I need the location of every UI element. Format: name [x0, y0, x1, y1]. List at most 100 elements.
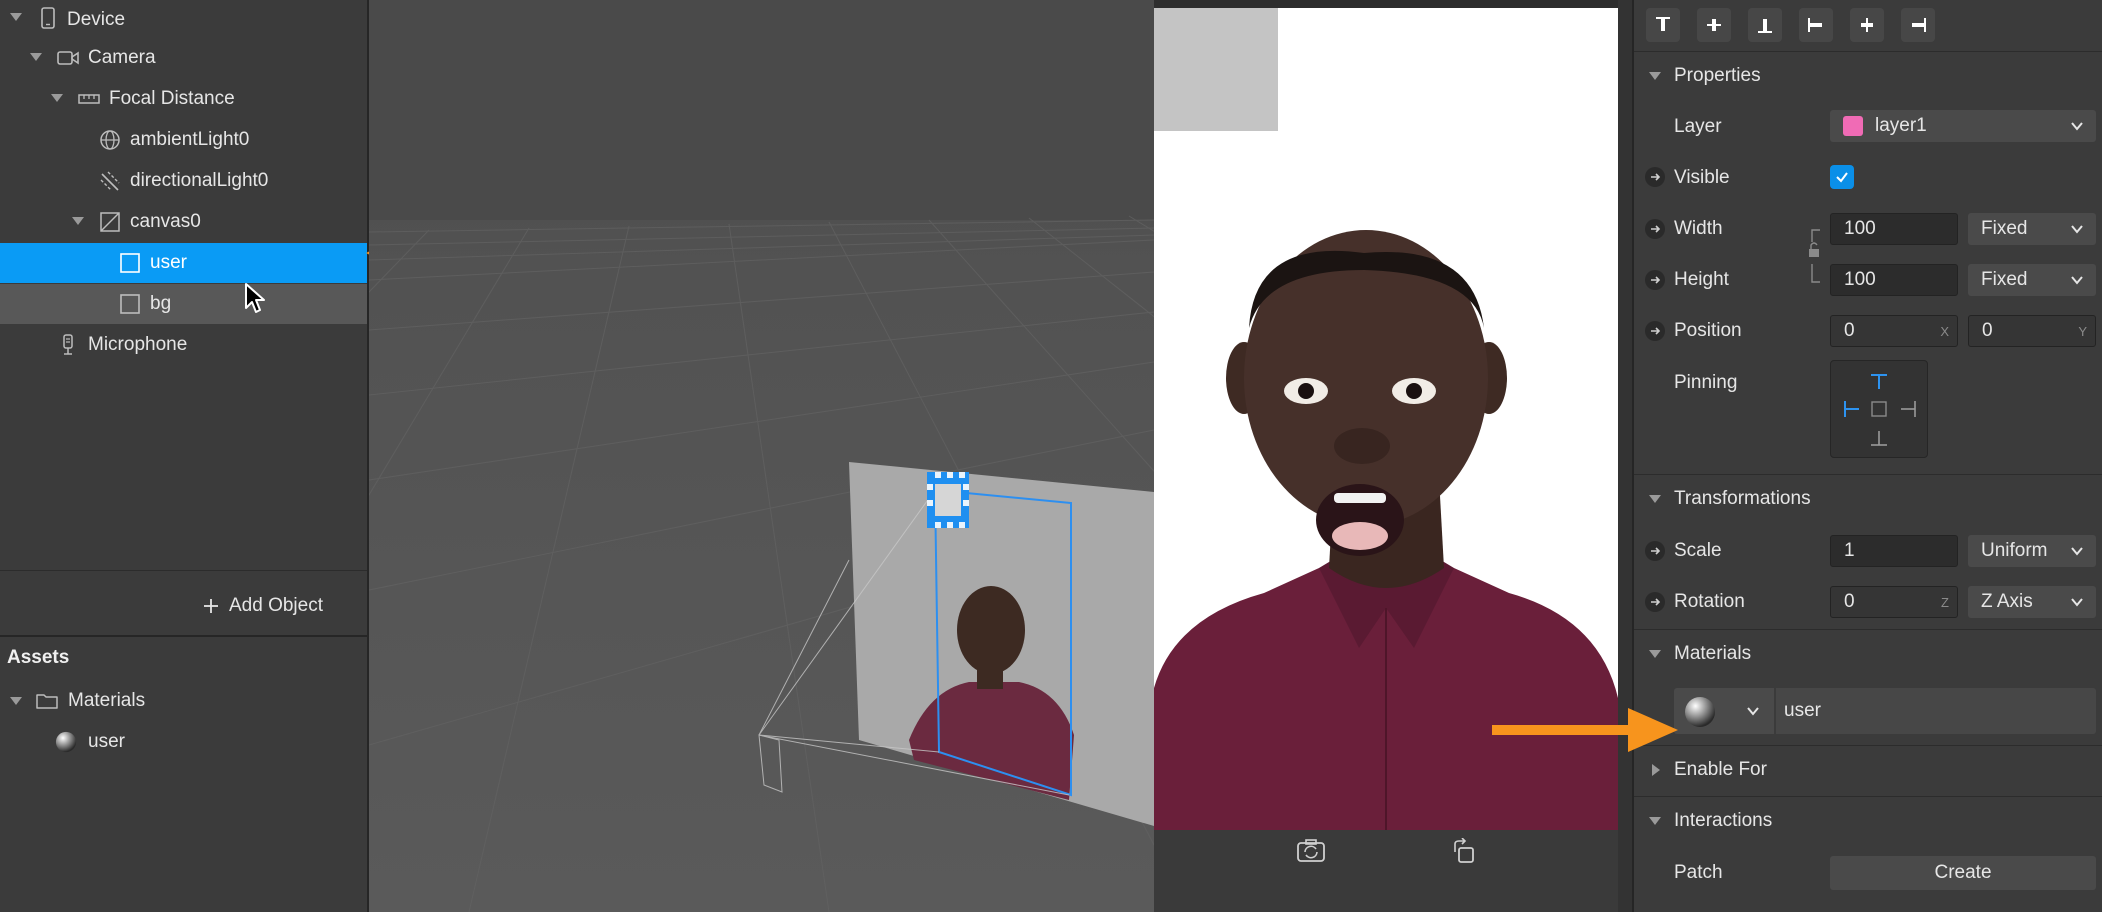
expand-triangle-icon[interactable] [51, 94, 63, 102]
align-horizontal-center-button[interactable] [1850, 8, 1884, 42]
asset-item-label: user [88, 731, 125, 752]
position-x-value: 0 [1844, 320, 1855, 341]
rectangle-icon [119, 252, 141, 274]
axis-label: Y [2078, 323, 2087, 339]
align-horizontal-center-icon [1861, 18, 1873, 32]
arrow-right-icon [1651, 173, 1661, 181]
annotation-arrow-icon [1492, 708, 1678, 752]
pinning-diagram [1844, 374, 1916, 446]
divider [0, 570, 367, 571]
patch-arrow-button[interactable] [1645, 592, 1665, 612]
rotation-mode-value: Z Axis [1981, 591, 2033, 612]
arrow-right-icon [1651, 225, 1661, 233]
create-patch-button[interactable]: Create [1830, 856, 2096, 890]
align-top-icon [1656, 17, 1670, 31]
expand-triangle-icon[interactable] [72, 217, 84, 225]
viewport-grid [369, 0, 1154, 912]
transformations-section-header[interactable]: Transformations [1634, 474, 2102, 522]
tree-item-bg[interactable]: bg [0, 284, 367, 324]
divider [0, 635, 367, 637]
tree-item-user[interactable]: user [0, 243, 367, 283]
canvas-icon [99, 211, 121, 233]
tree-item-camera[interactable]: Camera [0, 38, 367, 78]
switch-camera-icon[interactable] [1296, 838, 1326, 864]
collapse-triangle-icon [1649, 816, 1661, 825]
width-input[interactable]: 100 [1830, 213, 1958, 245]
tree-item-ambient-light[interactable]: ambientLight0 [0, 120, 367, 160]
align-bottom-icon [1758, 19, 1772, 33]
pinning-widget[interactable] [1830, 360, 1928, 458]
tree-item-label: Device [67, 9, 126, 30]
tree-item-microphone[interactable]: Microphone [0, 325, 367, 365]
add-object-button[interactable]: Add Object [203, 590, 323, 622]
width-mode-dropdown[interactable]: Fixed [1968, 213, 2096, 245]
section-title: Interactions [1674, 809, 1773, 831]
folder-icon [36, 690, 58, 712]
tree-item-directional-light[interactable]: directionalLight0 [0, 161, 367, 201]
height-mode-dropdown[interactable]: Fixed [1968, 264, 2096, 296]
microphone-icon [57, 334, 79, 356]
scale-input[interactable]: 1 [1830, 535, 1958, 567]
patch-arrow-button[interactable] [1645, 219, 1665, 239]
align-left-button[interactable] [1799, 8, 1833, 42]
tree-item-focal-distance[interactable]: Focal Distance [0, 79, 367, 119]
asset-item-materials[interactable]: Materials [0, 681, 367, 721]
patch-arrow-button[interactable] [1645, 321, 1665, 341]
add-object-label: Add Object [229, 595, 323, 616]
rotation-label: Rotation [1674, 591, 1745, 612]
patch-label: Patch [1674, 862, 1723, 883]
layer-color-swatch [1843, 116, 1863, 136]
chevron-down-icon [2071, 225, 2083, 234]
tree-item-device[interactable]: Device [0, 0, 367, 40]
height-mode-value: Fixed [1981, 269, 2028, 290]
asset-item-user-material[interactable]: user [0, 722, 367, 762]
chevron-down-icon [2071, 122, 2083, 131]
collapse-triangle-icon [1649, 494, 1661, 503]
align-bottom-button[interactable] [1748, 8, 1782, 42]
patch-arrow-button[interactable] [1645, 541, 1665, 561]
expand-triangle-icon[interactable] [30, 53, 42, 61]
aspect-lock-icon[interactable] [1808, 228, 1822, 284]
arrow-right-icon [1651, 327, 1661, 335]
align-right-button[interactable] [1901, 8, 1935, 42]
assets-title: Assets [7, 647, 70, 668]
rotate-device-icon[interactable] [1451, 838, 1477, 864]
position-x-input[interactable]: 0 X [1830, 315, 1958, 347]
arrow-right-icon [1651, 276, 1661, 284]
align-left-icon [1808, 18, 1822, 32]
height-input[interactable]: 100 [1830, 264, 1958, 296]
align-vertical-center-button[interactable] [1697, 8, 1731, 42]
tree-item-label: directionalLight0 [130, 170, 269, 191]
collapse-triangle-icon [1649, 71, 1661, 80]
align-top-button[interactable] [1646, 8, 1680, 42]
patch-arrow-button[interactable] [1645, 270, 1665, 290]
tree-item-label: canvas0 [130, 211, 201, 232]
material-name-field[interactable]: user [1776, 688, 2096, 734]
enable-for-section-header[interactable]: Enable For [1634, 745, 2102, 793]
scale-mode-dropdown[interactable]: Uniform [1968, 535, 2096, 567]
visible-checkbox[interactable] [1830, 165, 1854, 189]
arrow-right-icon [1651, 598, 1661, 606]
tree-item-label: bg [150, 293, 172, 314]
layer-value: layer1 [1875, 115, 1927, 136]
width-mode-value: Fixed [1981, 218, 2028, 239]
materials-section-header[interactable]: Materials [1634, 629, 2102, 677]
rotation-value: 0 [1844, 591, 1855, 612]
layer-dropdown[interactable]: layer1 [1830, 110, 2096, 142]
material-picker-button[interactable] [1674, 688, 1774, 734]
rotation-input[interactable]: 0 Z [1830, 586, 1958, 618]
visible-label: Visible [1674, 167, 1730, 188]
expand-triangle-icon[interactable] [10, 697, 22, 705]
tree-item-canvas[interactable]: canvas0 [0, 202, 367, 242]
patch-arrow-button[interactable] [1645, 167, 1665, 187]
material-sphere-icon [1685, 697, 1715, 727]
interactions-section-header[interactable]: Interactions [1634, 796, 2102, 844]
rotation-mode-dropdown[interactable]: Z Axis [1968, 586, 2096, 618]
inspector-panel: Properties Layer layer1 Visible Width 10… [1632, 0, 2102, 912]
expand-triangle-icon[interactable] [10, 13, 22, 21]
arrow-right-icon [1651, 547, 1661, 555]
scene-viewport[interactable] [369, 0, 1154, 912]
position-y-input[interactable]: 0 Y [1968, 315, 2096, 347]
properties-section-header[interactable]: Properties [1634, 51, 2102, 99]
height-value: 100 [1844, 269, 1876, 290]
